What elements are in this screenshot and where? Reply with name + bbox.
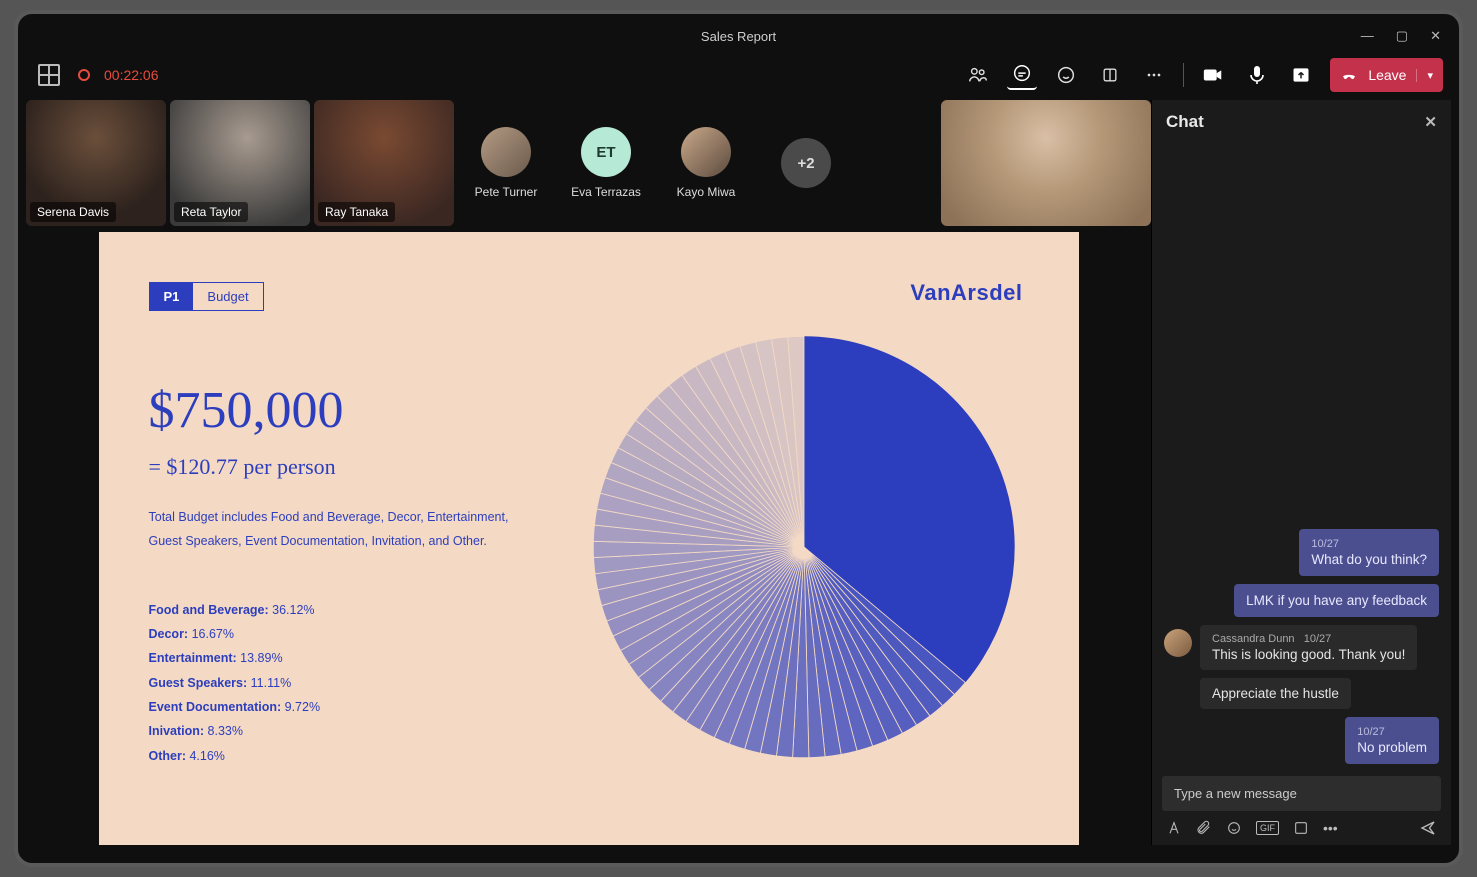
slide-tabs: P1 Budget [149,282,264,311]
sticker-icon[interactable] [1293,820,1309,836]
overflow-count: +2 [781,138,831,188]
window-title: Sales Report [701,29,776,44]
minimize-button[interactable]: — [1361,28,1374,44]
tab-p1: P1 [150,283,194,310]
close-window-button[interactable]: ✕ [1430,28,1441,44]
shared-content: P1 Budget VanArsdel $750,000 = $120.77 p… [26,230,1151,845]
chat-message-out: 10/27What do you think? [1299,529,1439,576]
participant-name: Kayo Miwa [677,185,736,199]
avatar: ET [581,127,631,177]
format-icon[interactable] [1166,820,1182,836]
chat-message-in: Cassandra Dunn 10/27This is looking good… [1164,625,1439,670]
maximize-button[interactable]: ▢ [1396,28,1408,44]
avatar [1164,629,1192,657]
toolbar-divider [1183,63,1184,87]
recording-icon [78,69,90,81]
video-tile[interactable]: Ray Tanaka [314,100,454,226]
avatar [481,127,531,177]
participant-avatar[interactable]: Kayo Miwa [658,100,754,226]
self-video-tile[interactable] [941,100,1151,226]
chat-message-out: 10/27No problem [1345,717,1439,764]
hangup-icon [1340,66,1358,84]
microphone-button[interactable] [1242,60,1272,90]
budget-description: Total Budget includes Food and Beverage,… [149,506,509,554]
emoji-icon[interactable] [1226,820,1242,836]
participant-name: Pete Turner [475,185,538,199]
attach-icon[interactable] [1196,820,1212,836]
more-options-button[interactable] [1139,60,1169,90]
send-button[interactable] [1419,819,1437,837]
participant-avatar[interactable]: ET Eva Terrazas [558,100,654,226]
video-tile[interactable]: Reta Taylor [170,100,310,226]
more-compose-icon[interactable]: ••• [1323,820,1338,836]
close-chat-button[interactable]: ✕ [1424,113,1437,131]
chat-message-out: LMK if you have any feedback [1234,584,1439,617]
leave-label: Leave [1368,67,1406,83]
chat-button[interactable] [1007,60,1037,90]
participant-name: Ray Tanaka [318,202,395,222]
budget-slide: P1 Budget VanArsdel $750,000 = $120.77 p… [99,232,1079,845]
gif-icon[interactable]: GIF [1256,821,1279,835]
app-window: Sales Report — ▢ ✕ 00:22:06 [14,10,1463,867]
participants-button[interactable] [963,60,993,90]
share-button[interactable] [1286,60,1316,90]
chat-messages: 10/27What do you think? LMK if you have a… [1152,144,1451,768]
avatar [681,127,731,177]
participants-row: Serena Davis Reta Taylor Ray Tanaka Pete… [26,100,1151,230]
recording-timer: 00:22:06 [104,67,159,83]
rooms-button[interactable] [1095,60,1125,90]
video-tile[interactable]: Serena Davis [26,100,166,226]
reactions-button[interactable] [1051,60,1081,90]
participant-avatar[interactable]: Pete Turner [458,100,554,226]
participant-name: Serena Davis [30,202,116,222]
chat-panel: Chat ✕ 10/27What do you think? LMK if you… [1151,100,1451,845]
chat-message-in: Appreciate the hustle [1200,678,1351,709]
meeting-toolbar: 00:22:06 [26,50,1451,100]
titlebar: Sales Report — ▢ ✕ [26,22,1451,50]
budget-pie-chart [589,332,1019,762]
overflow-participants-button[interactable]: +2 [758,100,854,226]
chat-title: Chat [1166,112,1204,132]
tab-budget: Budget [193,283,262,310]
leave-chevron-icon[interactable]: ▾ [1416,69,1433,82]
camera-button[interactable] [1198,60,1228,90]
layout-grid-button[interactable] [34,60,64,90]
compose-input[interactable]: Type a new message [1162,776,1441,811]
participant-name: Reta Taylor [174,202,248,222]
leave-button[interactable]: Leave ▾ [1330,58,1443,92]
participant-name: Eva Terrazas [571,185,641,199]
brand-logo: VanArsdel [910,280,1022,306]
